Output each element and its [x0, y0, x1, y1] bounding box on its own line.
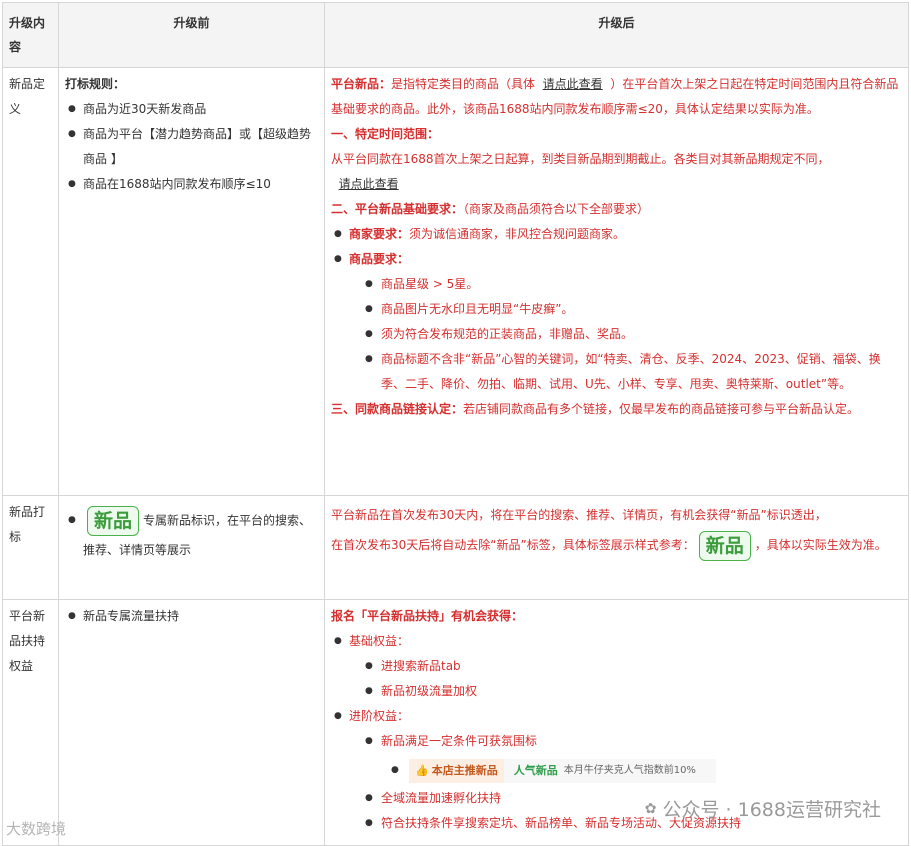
merchant-requirement: 商家要求：须为诚信通商家，非风控合规问题商家。 [331, 222, 902, 247]
tag-after-tail: ，具体以实际生效为准。 [754, 538, 887, 552]
benefits-title: 报名「平台新品扶持」有机会获得： [331, 609, 524, 623]
promo-tag: 👍本店主推新品 [409, 758, 504, 783]
table-row-new-product-definition: 新品定义 打标规则： 商品为近30天新发商品 商品为平台【潜力趋势商品】或【超级… [2, 67, 909, 496]
after-cell: 平台新品在首次发布30天内，将在平台的搜索、推荐、详情页，有机会获得“新品”标识… [324, 495, 909, 600]
list-item: 商品图片无水印且无明显“牛皮癣”。 [331, 297, 902, 322]
section-time-range-title: 一、特定时间范围： [331, 127, 440, 141]
list-item: 新品专属流量扶持 [65, 604, 318, 629]
time-range-text: 从平台同款在1688首次上架之日起算，到类目新品期到期截止。各类目对其新品期规定… [331, 152, 830, 166]
definition-paragraph: 平台新品：是指特定类目的商品（具体 请点此查看 ）在平台首次上架之日起在特定时间… [331, 72, 902, 122]
same-product-title: 三、同款商品链接认定： [331, 402, 464, 416]
product-label: 商品要求： [349, 252, 410, 266]
corner-watermark: 大数跨境 [6, 818, 66, 839]
view-category-link[interactable]: 请点此查看 [543, 77, 603, 91]
product-requirement: 商品要求： [331, 247, 902, 272]
wechat-icon: ✿ [644, 800, 657, 817]
popular-new-label: 人气新品 [513, 763, 558, 777]
merchant-text: 须为诚信通商家，非风控合规问题商家。 [409, 227, 626, 241]
upgrade-comparison-table: 升级内容 升级前 升级后 新品定义 打标规则： 商品为近30天新发商品 商品为平… [2, 2, 909, 846]
tag-after-line2: 在首次发布30天后将自动去除“新品”标签，具体标签展示样式参考： 新品 ，具体以实际… [331, 530, 902, 561]
promo-tag-label: 本店主推新品 [431, 763, 498, 777]
section-basic-requirements: 二、平台新品基础要求：（商家及商品须符合以下全部要求） [331, 197, 902, 222]
promo-list-item: 👍本店主推新品 人气新品 本月牛仔夹克人气指数前10% [331, 754, 902, 786]
list-item: 新品初级流量加权 [331, 679, 902, 704]
watermark-text: 公众号 · 1688运营研究社 [662, 799, 881, 821]
section-same-product: 三、同款商品链接认定：若店铺同款商品有多个链接，仅最早发布的商品链接可参与平台新… [331, 397, 902, 422]
rule-title: 打标规则： [65, 77, 126, 91]
before-benefit-list: 新品专属流量扶持 [65, 604, 318, 629]
list-item: 商品在1688站内同款发布顺序≤10 [65, 172, 318, 197]
after-cell: 平台新品：是指特定类目的商品（具体 请点此查看 ）在平台首次上架之日起在特定时间… [324, 67, 909, 496]
before-cell: 新品专属流量扶持 [58, 599, 325, 846]
basic-benefit-label: 基础权益： [331, 629, 902, 654]
list-item: 商品标题不含非“新品”心智的关键词，如“特卖、清仓、反季、2024、2023、促… [331, 347, 902, 397]
tag-after-line1: 平台新品在首次发布30天内，将在平台的搜索、推荐、详情页，有机会获得“新品”标识… [331, 508, 827, 522]
list-item: 商品为平台【潜力趋势商品】或【超级趋势商品 】 [65, 122, 318, 172]
advanced-benefit-label: 进阶权益： [331, 704, 902, 729]
corner-watermark-text: 大数跨境 [6, 820, 67, 838]
before-cell: 新品专属新品标识，在平台的搜索、推荐、详情页等展示 [58, 495, 325, 600]
same-product-text: 若店铺同款商品有多个链接，仅最早发布的商品链接可参与平台新品认定。 [463, 402, 860, 416]
header-before: 升级前 [58, 2, 325, 68]
list-item: 新品满足一定条件可获氛围标 [331, 729, 902, 754]
header-upgrade-content: 升级内容 [2, 2, 59, 68]
view-period-link[interactable]: 请点此查看 [339, 177, 399, 191]
rule-list: 商品为近30天新发商品 商品为平台【潜力趋势商品】或【超级趋势商品 】 商品在1… [65, 97, 318, 197]
before-cell: 打标规则： 商品为近30天新发商品 商品为平台【潜力趋势商品】或【超级趋势商品 … [58, 67, 325, 496]
tag-list: 新品专属新品标识，在平台的搜索、推荐、详情页等展示 [65, 506, 318, 565]
list-item: 商品星级 > 5星。 [331, 272, 902, 297]
list-item: 新品专属新品标识，在平台的搜索、推荐、详情页等展示 [65, 506, 318, 565]
popular-index-text: 本月牛仔夹克人气指数前10% [563, 764, 696, 776]
tag-after-text: 在首次发布30天后将自动去除“新品”标签，具体标签展示样式参考： [331, 538, 695, 552]
requirement-list: 商家要求：须为诚信通商家，非风控合规问题商家。 商品要求： 商品星级 > 5星。… [331, 222, 902, 397]
new-product-badge: 新品 [698, 530, 751, 561]
section-time-range-text: 从平台同款在1688首次上架之日起算，到类目新品期到期截止。各类目对其新品期规定… [331, 147, 902, 197]
definition-label: 平台新品： [331, 77, 392, 91]
row-label: 新品定义 [2, 67, 59, 496]
wechat-watermark: ✿ 公众号 · 1688运营研究社 [645, 795, 881, 822]
list-item: 须为符合发布规范的正装商品，非赠品、奖品。 [331, 322, 902, 347]
new-product-badge: 新品 [87, 506, 140, 536]
list-item: 进搜索新品tab [331, 654, 902, 679]
merchant-label: 商家要求： [349, 227, 410, 241]
definition-text-a: 是指特定类目的商品（具体 [391, 77, 536, 91]
row-label: 平台新品扶持权益 [2, 599, 59, 846]
row-label: 新品打标 [2, 495, 59, 600]
table-header-row: 升级内容 升级前 升级后 [2, 2, 909, 68]
atmosphere-tag-sample: 👍本店主推新品 人气新品 本月牛仔夹克人气指数前10% [409, 758, 716, 783]
table-row-new-product-tagging: 新品打标 新品专属新品标识，在平台的搜索、推荐、详情页等展示 平台新品在首次发布… [2, 495, 909, 600]
thumbs-up-icon: 👍 [415, 763, 429, 777]
section-basic-title: 二、平台新品基础要求： [331, 202, 464, 216]
list-item: 商品为近30天新发商品 [65, 97, 318, 122]
section-basic-note: （商家及商品须符合以下全部要求） [463, 202, 650, 216]
header-after: 升级后 [324, 2, 909, 68]
